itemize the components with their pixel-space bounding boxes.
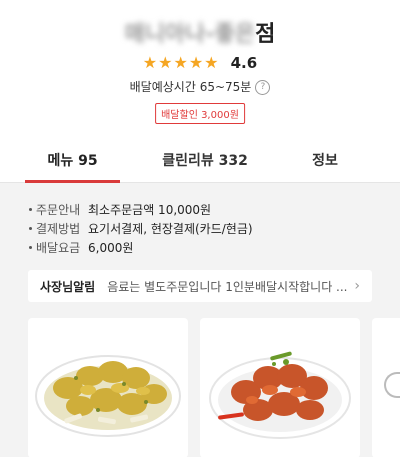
rating-value: 4.6 bbox=[230, 53, 258, 72]
question-circle-icon[interactable]: ? bbox=[255, 80, 271, 95]
delivery-time-row: 배달예상시간 65~75분? bbox=[0, 78, 400, 95]
notice-text: 음료는 별도주문입니다 1인분배달시작합니다 ... bbox=[107, 279, 348, 294]
info-label: 주문안내 bbox=[36, 203, 81, 217]
owner-notice[interactable]: 사장님알림 음료는 별도주문입니다 1인분배달시작합니다 ... › bbox=[28, 270, 372, 302]
bullet-icon bbox=[29, 246, 32, 249]
store-name-suffix: 점 bbox=[255, 22, 276, 47]
tab-info[interactable]: 정보 bbox=[285, 140, 365, 182]
chevron-right-icon: › bbox=[354, 278, 360, 294]
menu-item-card-partial[interactable] bbox=[372, 318, 400, 458]
info-row-delivery-fee: 배달요금 6,000원 bbox=[0, 238, 400, 257]
info-label: 결제방법 bbox=[36, 222, 81, 236]
menu-item-card[interactable] bbox=[200, 318, 360, 458]
notice-title: 사장님알림 bbox=[40, 279, 96, 294]
discount-badge: 배달할인 3,000원 bbox=[155, 103, 245, 124]
store-name-blurred: 매니아나-좋은 bbox=[124, 22, 256, 47]
rating-row: ★★★★★ 4.6 bbox=[0, 52, 400, 72]
tab-bar: 메뉴 95 클린리뷰 332 정보 bbox=[0, 140, 400, 183]
tab-clean-reviews[interactable]: 클린리뷰 332 bbox=[150, 140, 260, 182]
tab-menu[interactable]: 메뉴 95 bbox=[25, 140, 120, 183]
store-name: 매니아나-좋은점 bbox=[0, 16, 400, 48]
info-value: 요기서결제, 현장결제(카드/현금) bbox=[88, 222, 253, 236]
delivery-time-text: 배달예상시간 65~75분 bbox=[129, 80, 252, 94]
fried-chicken-photo bbox=[35, 355, 181, 437]
info-label: 배달요금 bbox=[36, 241, 81, 255]
spicy-chicken-photo bbox=[209, 351, 351, 439]
store-header: 매니아나-좋은점 ★★★★★ 4.6 배달예상시간 65~75분? 배달할인 3… bbox=[0, 0, 400, 140]
carousel-prev-icon bbox=[384, 372, 400, 398]
info-value: 6,000원 bbox=[88, 241, 134, 255]
store-info: 주문안내 최소주문금액 10,000원 결제방법 요기서결제, 현장결제(카드/… bbox=[0, 200, 400, 257]
bullet-icon bbox=[29, 208, 32, 211]
info-row-payment: 결제방법 요기서결제, 현장결제(카드/현금) bbox=[0, 219, 400, 238]
menu-item-card[interactable] bbox=[28, 318, 188, 458]
info-value: 최소주문금액 10,000원 bbox=[88, 203, 212, 217]
info-row-order: 주문안내 최소주문금액 10,000원 bbox=[0, 200, 400, 219]
bullet-icon bbox=[29, 227, 32, 230]
star-rating-icons: ★★★★★ bbox=[142, 53, 220, 72]
